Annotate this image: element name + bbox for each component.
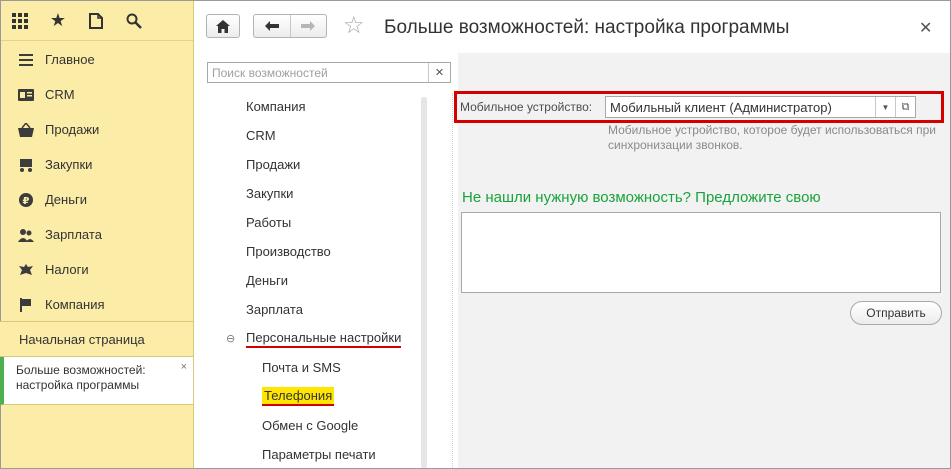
main-window: ☆ Больше возможностей: настройка програм…	[195, 1, 950, 468]
tree-item-label: Производство	[246, 244, 331, 259]
tree-item-works[interactable]: Работы	[207, 208, 427, 237]
tree-item-purchases[interactable]: Закупки	[207, 179, 427, 208]
open-form-icon[interactable]: ⧉	[895, 97, 915, 117]
tree-item-label: Работы	[246, 215, 292, 230]
tree-item-google-exchange[interactable]: Обмен с Google	[207, 411, 427, 440]
features-tree: Компания CRM Продажи Закупки Работы Прои…	[207, 92, 427, 469]
open-window-title-line2: настройка программы	[16, 378, 140, 392]
id-card-icon	[17, 86, 35, 104]
section-label: Компания	[45, 297, 105, 312]
tree-item-company[interactable]: Компания	[207, 92, 427, 121]
favorite-star-icon[interactable]: ☆	[343, 13, 365, 39]
suggest-textarea[interactable]	[461, 212, 941, 293]
flag-icon	[17, 296, 35, 314]
mobile-device-value: Мобильный клиент (Администратор)	[610, 100, 832, 115]
people-icon	[17, 226, 35, 244]
cart-icon	[17, 156, 35, 174]
home-icon	[216, 19, 230, 33]
window-title: Больше возможностей: настройка программы	[384, 17, 790, 38]
tree-item-print-settings[interactable]: Параметры печати	[207, 440, 427, 469]
tree-item-crm[interactable]: CRM	[207, 121, 427, 150]
tree-item-label: Почта и SMS	[262, 360, 341, 375]
section-label: CRM	[45, 87, 75, 102]
section-label: Зарплата	[45, 227, 102, 242]
home-page-link[interactable]: Начальная страница	[0, 321, 193, 357]
sections-toolbar: ★	[1, 1, 193, 41]
section-item-main[interactable]: Главное	[1, 42, 193, 77]
sections-list: Главное CRM Продажи Закупки ₽ Деньги Зар…	[1, 41, 193, 322]
section-label: Главное	[45, 52, 95, 67]
section-item-taxes[interactable]: Налоги	[1, 252, 193, 287]
close-icon[interactable]: ×	[181, 360, 187, 375]
tree-item-label: Телефония	[262, 387, 335, 406]
section-item-sales[interactable]: Продажи	[1, 112, 193, 147]
basket-icon	[17, 121, 35, 139]
tree-scrollbar[interactable]	[421, 97, 427, 468]
section-label: Деньги	[45, 192, 87, 207]
dropdown-arrow-icon[interactable]: ▼	[875, 97, 895, 117]
open-window-title-line1: Больше возможностей:	[16, 363, 146, 377]
tree-item-label: Компания	[246, 99, 306, 114]
tree-item-production[interactable]: Производство	[207, 237, 427, 266]
arrow-left-icon	[264, 21, 279, 31]
tree-item-label: Продажи	[246, 157, 301, 172]
coin-icon: ₽	[17, 191, 35, 209]
tree-item-label: Закупки	[246, 186, 294, 201]
history-icon[interactable]	[87, 12, 105, 30]
tree-item-mail-sms[interactable]: Почта и SMS	[207, 353, 427, 382]
home-button[interactable]	[206, 14, 240, 38]
tree-item-sales[interactable]: Продажи	[207, 150, 427, 179]
open-window-tab[interactable]: Больше возможностей: настройка программы…	[0, 357, 193, 405]
tree-item-salary[interactable]: Зарплата	[207, 295, 427, 324]
tree-item-label: Параметры печати	[262, 447, 376, 462]
tree-item-personal-settings[interactable]: ⊖ Персональные настройки	[207, 324, 427, 353]
tree-item-label: Персональные настройки	[246, 330, 402, 348]
star-icon[interactable]: ★	[49, 10, 67, 30]
send-button[interactable]: Отправить	[850, 301, 942, 325]
forward-button[interactable]	[291, 15, 327, 37]
tree-item-label: Деньги	[246, 273, 288, 288]
clear-icon[interactable]: ✕	[428, 63, 450, 82]
section-label: Продажи	[45, 122, 100, 137]
section-item-purchases[interactable]: Закупки	[1, 147, 193, 182]
apps-grid-icon[interactable]	[11, 12, 29, 30]
svg-text:₽: ₽	[23, 196, 30, 207]
search-icon[interactable]	[125, 12, 143, 30]
section-item-money[interactable]: ₽ Деньги	[1, 182, 193, 217]
mobile-device-label: Мобильное устройство:	[460, 100, 593, 114]
arrow-right-icon	[301, 21, 316, 31]
section-label: Налоги	[45, 262, 89, 277]
back-button[interactable]	[254, 15, 291, 37]
section-item-company[interactable]: Компания	[1, 287, 193, 322]
menu-lines-icon	[17, 51, 35, 69]
suggest-title: Не нашли нужную возможность? Предложите …	[462, 189, 821, 206]
tree-item-label: Зарплата	[246, 302, 303, 317]
tree-item-label: Обмен с Google	[262, 418, 359, 433]
collapse-icon[interactable]: ⊖	[226, 332, 235, 345]
section-item-crm[interactable]: CRM	[1, 77, 193, 112]
navigation-buttons	[253, 14, 327, 38]
window-toolbar: ☆ Больше возможностей: настройка програм…	[195, 1, 950, 53]
section-label: Закупки	[45, 157, 93, 172]
search-field: ✕	[207, 62, 451, 83]
mobile-device-hint: Мобильное устройство, которое будет испо…	[608, 123, 936, 152]
mobile-device-select[interactable]: Мобильный клиент (Администратор) ▼ ⧉	[605, 96, 916, 118]
section-item-salary[interactable]: Зарплата	[1, 217, 193, 252]
emblem-icon	[17, 261, 35, 279]
tree-item-label: CRM	[246, 128, 276, 143]
settings-panel: Мобильное устройство: Мобильный клиент (…	[454, 53, 950, 468]
tree-item-money[interactable]: Деньги	[207, 266, 427, 295]
mobile-device-row: Мобильное устройство: Мобильный клиент (…	[454, 91, 944, 123]
panel-divider	[452, 93, 453, 468]
close-icon[interactable]: ✕	[919, 18, 932, 38]
tree-item-telephony[interactable]: Телефония	[207, 382, 427, 411]
search-input[interactable]	[208, 63, 428, 82]
